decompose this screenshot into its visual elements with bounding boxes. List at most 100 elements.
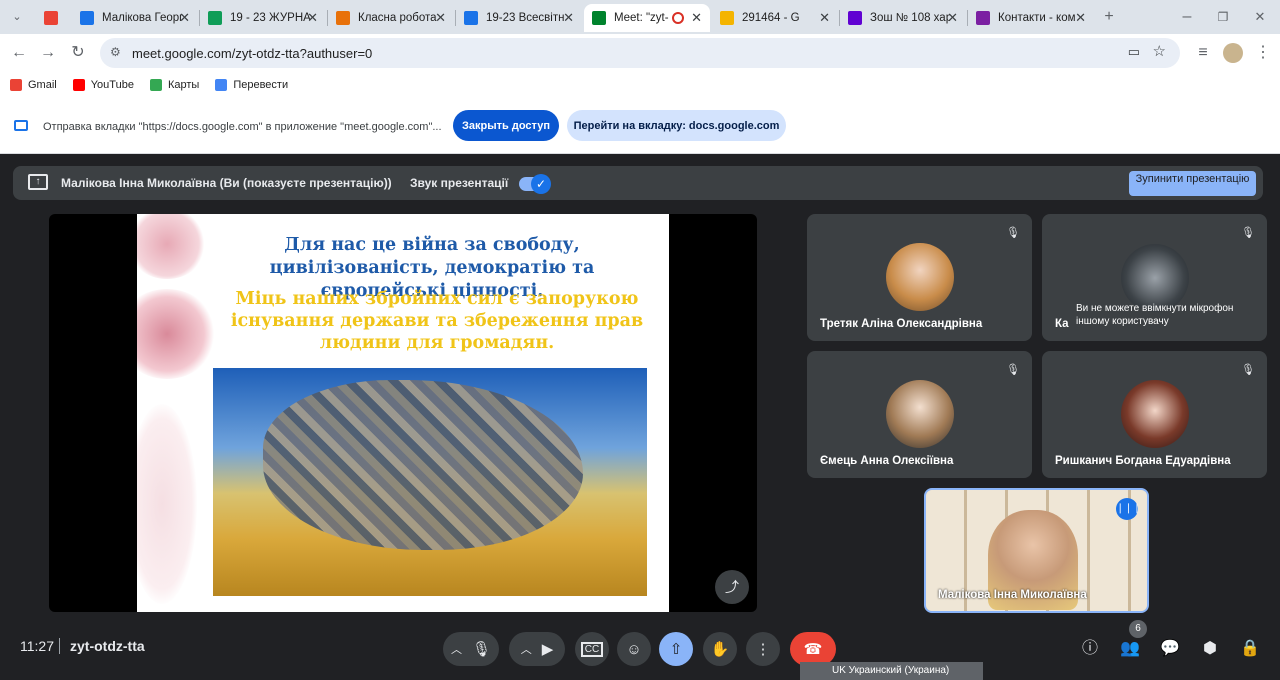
contacts-icon [976,11,990,25]
close-icon[interactable]: ✕ [819,10,830,26]
chevron-up-icon[interactable]: ︿ [451,641,462,657]
present-button[interactable]: ⇧ [659,632,693,666]
presentation-banner: ↑ Малікова Інна Миколаївна (Ви (показуєт… [13,166,1263,200]
chevron-up-icon[interactable]: ︿ [521,641,532,657]
captions-button[interactable]: CC [575,632,609,666]
avatar [1121,380,1189,448]
restore-icon[interactable]: ❐ [1212,6,1234,28]
close-icon[interactable]: ✕ [1075,10,1086,26]
profile-avatar[interactable] [1223,43,1243,63]
meeting-code: zyt-otdz-tta [70,638,145,654]
mic-button[interactable]: ︿ 🎙 [443,632,499,666]
forward-icon[interactable]: → [37,42,59,64]
raise-hand-button[interactable]: ✋ [703,632,737,666]
flower-decoration [137,289,217,379]
reactions-button[interactable]: ☺ [617,632,651,666]
participant-name: Ка [1055,318,1069,330]
gmail-icon [10,79,22,91]
tab-2[interactable]: 19 - 23 ЖУРНА ✕ [200,4,326,32]
menu-icon[interactable]: ⋮ [1252,42,1274,64]
share-icon[interactable]: ⤴ [715,570,749,604]
emoji-icon: ☺ [626,640,642,658]
close-icon[interactable]: ✕ [563,10,574,26]
more-options-button[interactable]: ⋮ [746,632,780,666]
maps-icon [149,79,162,91]
tab-1[interactable]: Малікова Георг ✕ [72,4,198,32]
site-info-icon[interactable]: ⚙ [110,45,121,59]
tab-8[interactable]: Контакти - ком ✕ [968,4,1094,32]
self-name: Малікова Інна Миколаївна [938,589,1087,601]
infobar-message: Отправка вкладки "https://docs.google.co… [43,121,442,133]
participant-name: Третяк Аліна Олександрівна [820,318,983,330]
browser-tab-bar: ⌄ Малікова Георг ✕ 19 - 23 ЖУРНА ✕ Класн… [0,0,1280,34]
close-access-button[interactable]: Закрыть доступ [453,110,559,141]
participant-tile[interactable]: 🎙 Ришканич Богдана Едуардівна [1042,351,1267,478]
media-control-icon[interactable]: ≡ [1192,42,1214,64]
self-view-tile[interactable]: ❘❘❘ Малікова Інна Миколаївна [924,488,1149,613]
back-icon[interactable]: ← [8,42,30,64]
tab-title: 291464 - G [742,12,800,24]
drive-icon [80,11,94,25]
close-icon[interactable]: ✕ [947,10,958,26]
youtube-icon [72,79,85,91]
camera-button[interactable]: ︿ ▶ [509,632,565,666]
address-bar[interactable]: ⚙ meet.google.com/zyt-otdz-tta?authuser=… [100,38,1180,68]
reload-icon[interactable]: ↻ [67,42,89,64]
meet-window: ↑ Малікова Інна Миколаївна (Ви (показуєт… [0,154,1280,680]
presentation-stage: Для нас це війна за свободу, цивілізован… [49,214,757,612]
tab-meet-active[interactable]: Meet: "zyt- ✕ [584,4,710,32]
hang-up-icon: ☎ [803,641,823,658]
leave-call-button[interactable]: ☎ [790,632,836,666]
stop-presentation-button[interactable]: Зупинити презентацію [1129,171,1256,196]
tab-6[interactable]: 291464 - G ✕ [712,4,838,32]
bookmark-youtube[interactable]: YouTube [72,79,134,91]
present-icon: ↑ [28,174,48,190]
tab-gmail[interactable] [36,4,68,32]
map-collage [263,380,583,550]
close-icon[interactable]: ✕ [691,10,702,26]
contacts-icon [464,11,478,25]
meet-icon [592,11,606,25]
close-icon[interactable]: ✕ [435,10,446,26]
bookmarks-bar: Gmail YouTube Карты Перевести [0,72,1280,98]
tab-4[interactable]: 19-23 Всесвітн ✕ [456,4,582,32]
participant-tile[interactable]: 🎙 Ка Ви не можете ввімкнути мікрофон інш… [1042,214,1267,341]
go-to-tab-button[interactable]: Перейти на вкладку: docs.google.com [567,110,786,141]
tab-title: Контакти - ком [998,12,1076,24]
tab-search-icon[interactable]: ⌄ [6,6,28,28]
people-icon[interactable]: 👥 [1119,638,1141,660]
presentation-sound-toggle[interactable]: ✓ [519,174,551,194]
tab-sharing-infobar: Отправка вкладки "https://docs.google.co… [0,98,1280,154]
chat-icon[interactable]: 💬 [1159,638,1181,660]
participant-tile[interactable]: 🎙 Третяк Аліна Олександрівна [807,214,1032,341]
avatar [886,380,954,448]
speaking-indicator-icon: ❘❘❘ [1116,498,1141,520]
tooltip-text: Ви не можете ввімкнути мікрофон іншому к… [1076,303,1234,327]
captions-icon: CC [580,641,604,657]
mic-icon: 🎙 [471,641,492,658]
slides-icon [720,11,734,25]
participant-tile[interactable]: 🎙 Ємець Анна Олексіївна [807,351,1032,478]
info-icon[interactable]: ⓘ [1079,638,1101,660]
bookmark-translate[interactable]: Перевести [215,79,288,91]
host-controls-icon[interactable]: 🔒 [1239,638,1261,660]
window-close-icon[interactable]: ✕ [1249,6,1271,28]
close-icon[interactable]: ✕ [307,10,318,26]
tab-7[interactable]: Зош № 108 хар ✕ [840,4,966,32]
bookmark-maps[interactable]: Карты [149,79,200,91]
address-bar-url[interactable]: meet.google.com/zyt-otdz-tta?authuser=0 [132,46,372,61]
tab-3[interactable]: Класна робота ✕ [328,4,454,32]
minimize-icon[interactable]: – [1176,6,1198,28]
bookmark-gmail[interactable]: Gmail [10,79,57,91]
presentation-sound-label: Звук презентації [410,176,509,190]
bookmark-star-icon[interactable]: ☆ [1153,42,1166,60]
check-icon: ✓ [531,174,551,194]
classroom-icon [336,11,350,25]
bookmark-label: Карты [167,79,200,91]
activities-icon[interactable]: ⬢ [1199,638,1221,660]
new-tab-icon[interactable]: + [1098,6,1120,28]
close-icon[interactable]: ✕ [179,10,190,26]
meeting-time: 11:27 [20,638,54,654]
mic-off-icon: 🎙 [1241,227,1255,239]
camera-icon[interactable]: ▭ [1128,44,1140,60]
